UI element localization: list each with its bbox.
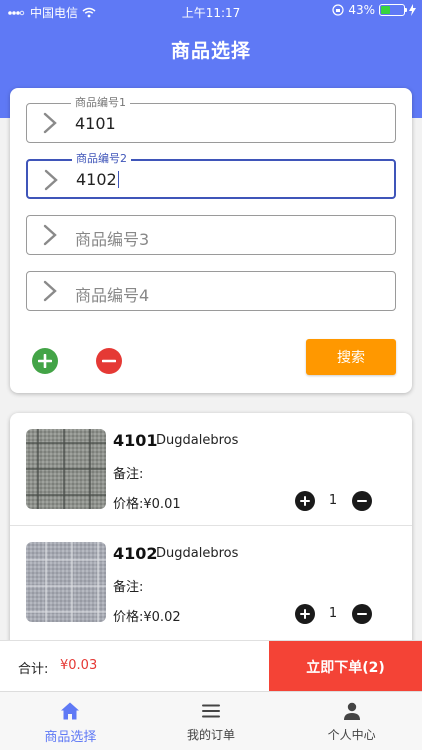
cart-bar: 合计: ¥0.03 立即下单(2) (0, 640, 422, 692)
place-order-button[interactable]: 立即下单(2) (269, 641, 422, 692)
minus-icon (357, 613, 367, 615)
tab-label: 个人中心 (327, 728, 376, 742)
product-code-field-4[interactable]: 商品编号4 (26, 271, 396, 311)
product-brand: Dugdalebros (156, 546, 239, 561)
plus-icon (300, 609, 310, 619)
minus-icon (357, 500, 367, 502)
chevron-right-icon[interactable] (41, 224, 59, 246)
total-label: 合计: (18, 662, 49, 677)
charging-icon (409, 4, 416, 16)
list-item[interactable]: 4101 Dugdalebros 备注: 价格:¥0.01 1 (10, 413, 412, 525)
status-bar: 中国电信 上午11:17 43% (0, 0, 422, 22)
quantity-value: 1 (328, 606, 338, 621)
tab-product-select[interactable]: 商品选择 (0, 692, 141, 750)
list-icon (202, 704, 220, 718)
product-code-field-3[interactable]: 商品编号3 (26, 215, 396, 255)
chevron-right-icon[interactable] (41, 112, 59, 134)
results-list: 4101 Dugdalebros 备注: 价格:¥0.01 1 4102 Dug… (10, 413, 412, 645)
price-label: 价格: (113, 610, 144, 625)
page-title: 商品选择 (170, 40, 251, 62)
price-label: 价格: (113, 497, 144, 512)
battery-percent: 43% (348, 3, 375, 17)
tab-bar: 商品选择 我的订单 个人中心 (0, 691, 422, 750)
tab-profile[interactable]: 个人中心 (281, 692, 422, 750)
decrease-qty-button[interactable] (352, 491, 372, 511)
remove-field-button[interactable] (96, 348, 122, 374)
tab-label: 我的订单 (187, 728, 236, 742)
price-value: ¥0.01 (143, 497, 181, 512)
product-code-field-2[interactable]: 商品编号2 4102 (26, 152, 396, 199)
field-value[interactable]: 4102 (76, 170, 117, 189)
tab-my-orders[interactable]: 我的订单 (141, 692, 282, 750)
product-thumbnail[interactable] (26, 429, 106, 509)
increase-qty-button[interactable] (295, 604, 315, 624)
search-button[interactable]: 搜索 (306, 339, 396, 375)
price-text: 价格:¥0.02 (113, 606, 181, 625)
field-placeholder[interactable]: 商品编号3 (75, 226, 149, 250)
product-code: 4102 (113, 544, 158, 563)
decrease-qty-button[interactable] (352, 604, 372, 624)
quantity-value: 1 (328, 493, 338, 508)
field-value[interactable]: 4101 (75, 114, 116, 133)
person-icon (343, 702, 360, 720)
field-placeholder[interactable]: 商品编号4 (75, 282, 149, 306)
total-value: ¥0.03 (60, 658, 98, 673)
field-value-wrap[interactable]: 4102 (76, 170, 119, 189)
chevron-right-icon[interactable] (42, 169, 60, 191)
product-code-field-1[interactable]: 商品编号1 4101 (26, 96, 396, 143)
increase-qty-button[interactable] (295, 491, 315, 511)
fabric-swatch-image (26, 542, 106, 622)
home-icon (61, 702, 80, 720)
plus-icon (300, 496, 310, 506)
product-brand: Dugdalebros (156, 433, 239, 448)
minus-icon (102, 359, 116, 363)
product-thumbnail[interactable] (26, 542, 106, 622)
product-code: 4101 (113, 431, 158, 450)
price-text: 价格:¥0.01 (113, 493, 181, 512)
chevron-right-icon[interactable] (41, 280, 59, 302)
note-label: 备注: (113, 467, 144, 482)
battery-icon (379, 4, 407, 16)
price-value: ¥0.02 (143, 610, 181, 625)
orientation-lock-icon (332, 4, 344, 16)
text-caret (117, 171, 119, 188)
field-label: 商品编号1 (71, 96, 130, 110)
add-field-button[interactable] (32, 348, 58, 374)
status-right: 43% (332, 3, 416, 17)
list-item[interactable]: 4102 Dugdalebros 备注: 价格:¥0.02 1 (10, 525, 412, 637)
field-label: 商品编号2 (72, 152, 131, 166)
fabric-swatch-image (26, 429, 106, 509)
plus-icon (38, 354, 52, 368)
search-card: 商品编号1 4101 商品编号2 4102 商品编号3 商品编号4 搜索 (10, 88, 412, 393)
tab-label: 商品选择 (44, 730, 97, 745)
note-label: 备注: (113, 580, 144, 595)
